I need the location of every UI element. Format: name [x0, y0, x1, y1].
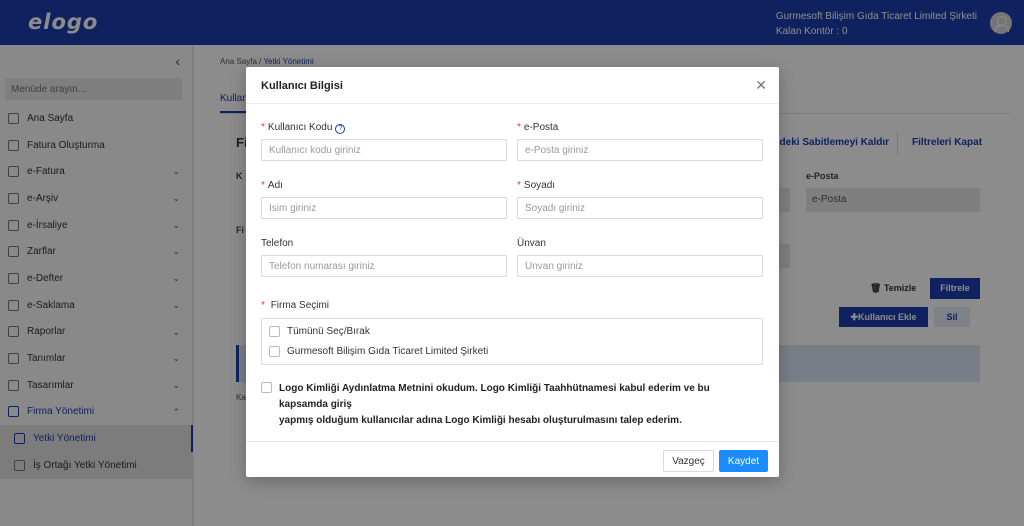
- required-marker: *: [517, 122, 521, 133]
- cancel-button[interactable]: Vazgeç: [663, 450, 714, 472]
- select-all-label: Tümünü Seç/Bırak: [287, 326, 370, 337]
- modal-header: Kullanıcı Bilgisi ✕: [246, 67, 779, 104]
- required-marker: *: [261, 122, 265, 133]
- user-info-modal: Kullanıcı Bilgisi ✕ *Kullanıcı Kodu? *e-…: [246, 67, 779, 477]
- save-button[interactable]: Kaydet: [719, 450, 768, 472]
- name-label-text: Adı: [267, 180, 283, 191]
- required-marker: *: [517, 180, 521, 191]
- company-selection-label: * Firma Seçimi: [261, 300, 329, 311]
- consent-checkbox[interactable]: [261, 382, 272, 393]
- title-input[interactable]: [517, 255, 763, 277]
- required-marker: *: [261, 300, 265, 311]
- modal-title: Kullanıcı Bilgisi: [261, 80, 343, 92]
- name-label: * Adı: [261, 180, 283, 191]
- consent-line-2: yapmış olduğum kullanıcılar adına Logo K…: [279, 415, 682, 426]
- question-circle-icon[interactable]: ?: [335, 124, 346, 134]
- title-label: Ünvan: [517, 238, 546, 249]
- email-input[interactable]: [517, 139, 763, 161]
- select-all-checkbox-row[interactable]: Tümünü Seç/Bırak: [269, 326, 370, 337]
- close-icon[interactable]: ✕: [755, 77, 767, 94]
- phone-label: Telefon: [261, 238, 294, 249]
- email-label: * e-Posta: [517, 122, 558, 133]
- surname-label-text: Soyadı: [523, 180, 556, 191]
- name-input[interactable]: [261, 197, 507, 219]
- company-checkbox-row[interactable]: Gurmesoft Bilişim Gıda Ticaret Limited Ş…: [269, 346, 488, 357]
- email-label-text: e-Posta: [523, 122, 559, 133]
- consent-row[interactable]: Logo Kimliği Aydınlatma Metnini okudum. …: [261, 381, 761, 429]
- consent-text: Logo Kimliği Aydınlatma Metnini okudum. …: [279, 381, 761, 429]
- phone-input[interactable]: [261, 255, 507, 277]
- user-code-input[interactable]: [261, 139, 507, 161]
- company-checkbox[interactable]: [269, 346, 280, 357]
- user-code-label-text: Kullanıcı Kodu: [267, 122, 333, 133]
- modal-footer: Vazgeç Kaydet: [246, 441, 779, 477]
- surname-label: * Soyadı: [517, 180, 555, 191]
- surname-input[interactable]: [517, 197, 763, 219]
- company-label: Gurmesoft Bilişim Gıda Ticaret Limited Ş…: [287, 346, 489, 357]
- company-selection-label-text: Firma Seçimi: [270, 300, 330, 311]
- company-selection-list: Tümünü Seç/Bırak Gurmesoft Bilişim Gıda …: [261, 318, 763, 365]
- required-marker: *: [261, 180, 265, 191]
- consent-line-1: Logo Kimliği Aydınlatma Metnini okudum. …: [279, 383, 710, 410]
- user-code-label: * Kullanıcı Kodu?: [261, 122, 346, 134]
- select-all-checkbox[interactable]: [269, 326, 280, 337]
